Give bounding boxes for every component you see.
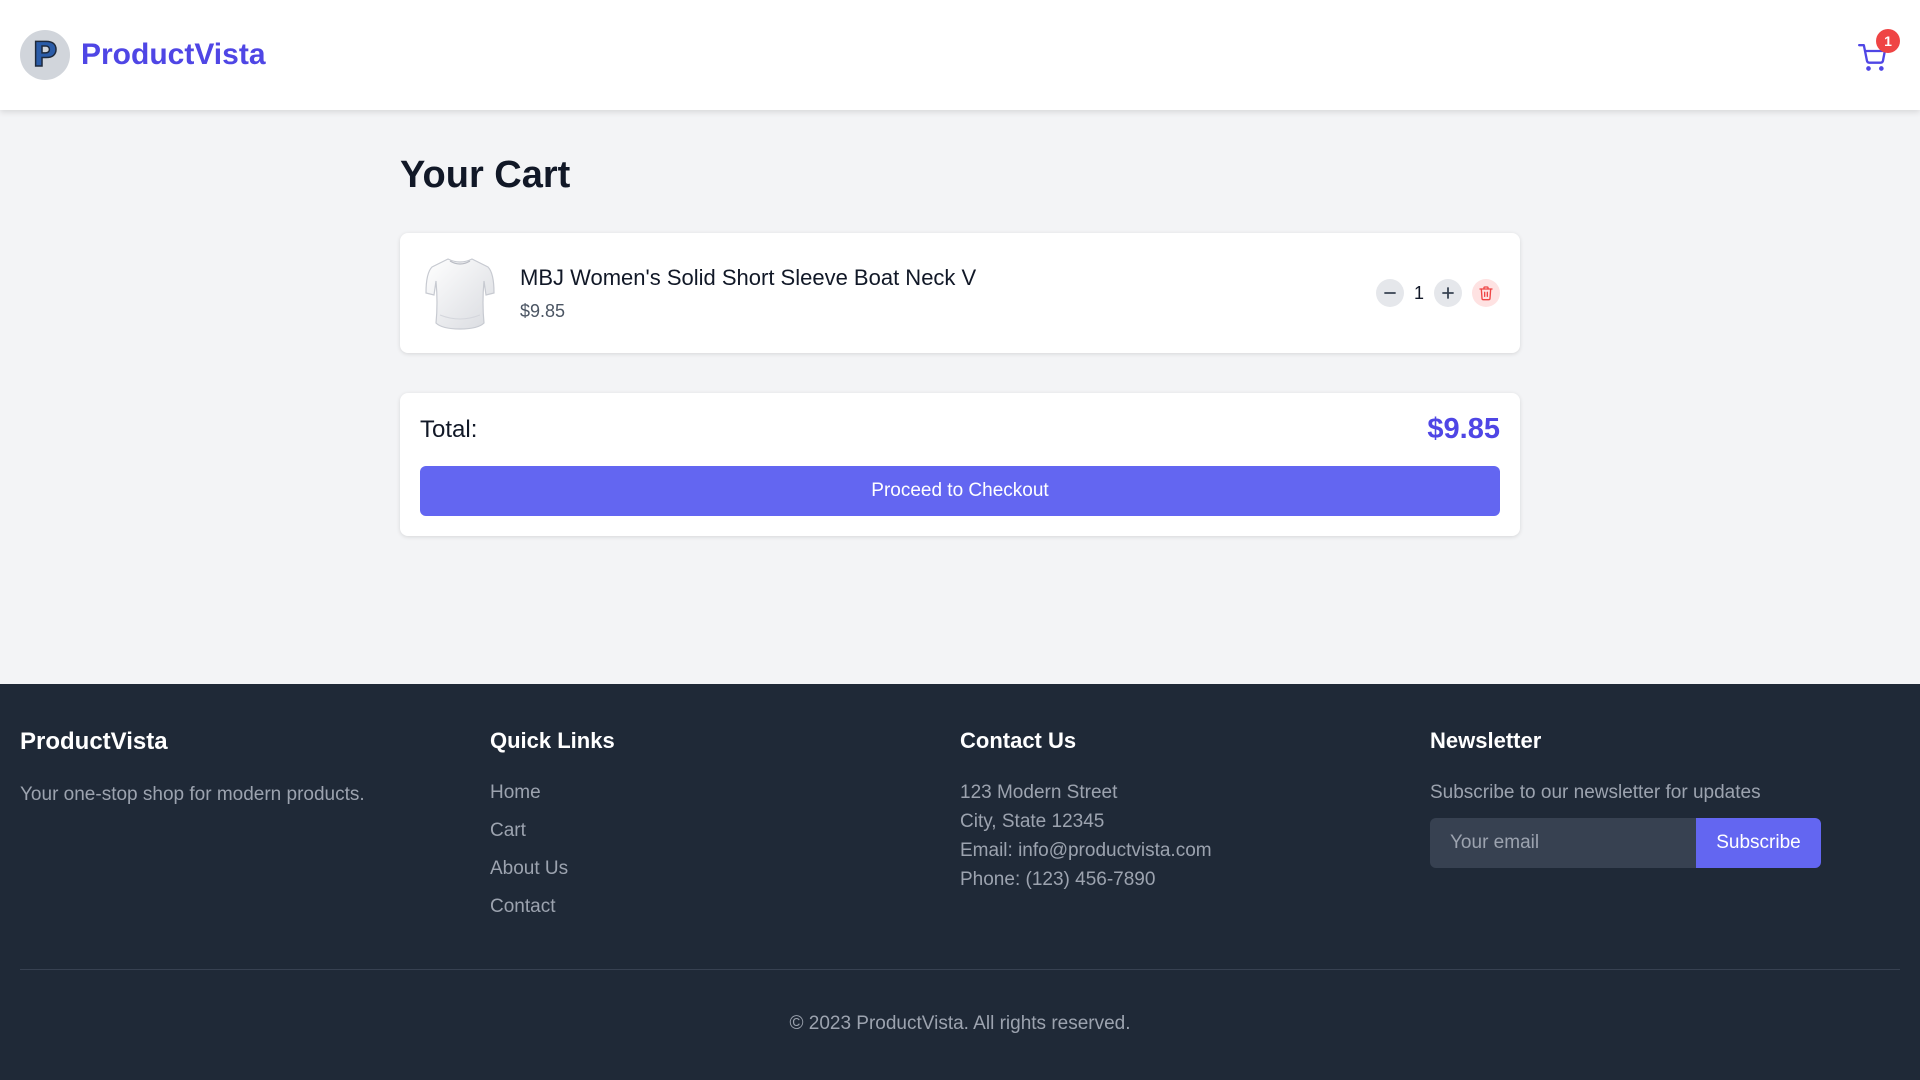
quick-links-nav: Home Cart About Us Contact <box>490 782 960 918</box>
quantity-value: 1 <box>1413 282 1424 303</box>
cart-page: Your Cart MBJ Women's Solid Short Sleeve… <box>400 110 1520 536</box>
brand-home-link[interactable]: P ProductVista <box>20 30 266 80</box>
brand-name: ProductVista <box>81 38 266 71</box>
contact-details: 123 Modern Street City, State 12345 Emai… <box>960 782 1430 891</box>
site-header: P ProductVista 1 <box>0 0 1920 110</box>
total-value: $9.85 <box>1427 413 1500 445</box>
subscribe-button[interactable]: Subscribe <box>1696 818 1821 868</box>
footer-columns: ProductVista Your one-stop shop for mode… <box>20 684 1900 918</box>
footer-brand-title: ProductVista <box>20 728 168 755</box>
footer-link-contact[interactable]: Contact <box>490 896 960 918</box>
footer-contact-column: Contact Us 123 Modern Street City, State… <box>960 728 1430 918</box>
contact-phone: Phone: (123) 456-7890 <box>960 869 1156 890</box>
total-label: Total: <box>420 415 478 443</box>
footer-newsletter-column: Newsletter Subscribe to our newsletter f… <box>1430 728 1900 918</box>
item-name: MBJ Women's Solid Short Sleeve Boat Neck… <box>520 264 977 290</box>
white-t-shirt-image <box>425 258 495 330</box>
copyright: © 2023 ProductVista. All rights reserved… <box>789 1013 1131 1034</box>
footer-brand-description: Your one-stop shop for modern products. <box>20 784 365 805</box>
contact-title: Contact Us <box>960 728 1077 753</box>
minus-icon <box>1384 292 1396 294</box>
plus-icon <box>1442 287 1454 299</box>
footer-brand-column: ProductVista Your one-stop shop for mode… <box>20 728 490 918</box>
item-info: MBJ Women's Solid Short Sleeve Boat Neck… <box>520 265 1376 322</box>
page-title: Your Cart <box>400 154 571 196</box>
contact-email: Email: info@productvista.com <box>960 840 1212 861</box>
product-thumbnail <box>420 253 500 333</box>
quantity-stepper: 1 <box>1375 279 1500 307</box>
cart-count-badge: 1 <box>1876 29 1900 53</box>
site-footer: ProductVista Your one-stop shop for mode… <box>0 684 1920 1080</box>
footer-quick-links-column: Quick Links Home Cart About Us Contact <box>490 728 960 918</box>
footer-divider <box>20 969 1900 970</box>
contact-city: City, State 12345 <box>960 811 1105 832</box>
quick-links-title: Quick Links <box>490 728 615 753</box>
contact-address: 123 Modern Street <box>960 782 1118 803</box>
newsletter-title: Newsletter <box>1430 728 1542 753</box>
decrease-quantity-button[interactable] <box>1375 279 1404 307</box>
logo: P <box>20 30 70 80</box>
order-summary: Total: $9.85 Proceed to Checkout <box>400 393 1520 536</box>
remove-item-button[interactable] <box>1472 279 1500 307</box>
footer-link-cart[interactable]: Cart <box>490 820 960 842</box>
checkout-button[interactable]: Proceed to Checkout <box>420 466 1500 516</box>
newsletter-form: Subscribe <box>1430 818 1900 868</box>
total-row: Total: $9.85 <box>420 413 1500 446</box>
cart-button[interactable]: 1 <box>1852 29 1900 75</box>
cart-item: MBJ Women's Solid Short Sleeve Boat Neck… <box>400 233 1520 353</box>
newsletter-text: Subscribe to our newsletter for updates <box>1430 782 1761 803</box>
footer-link-about-us[interactable]: About Us <box>490 858 960 880</box>
footer-link-home[interactable]: Home <box>490 782 960 804</box>
logo-letter: P <box>32 35 58 75</box>
item-price: $9.85 <box>520 300 566 321</box>
increase-quantity-button[interactable] <box>1434 279 1462 307</box>
trash-icon <box>1479 286 1493 301</box>
newsletter-email-input[interactable] <box>1430 818 1696 868</box>
